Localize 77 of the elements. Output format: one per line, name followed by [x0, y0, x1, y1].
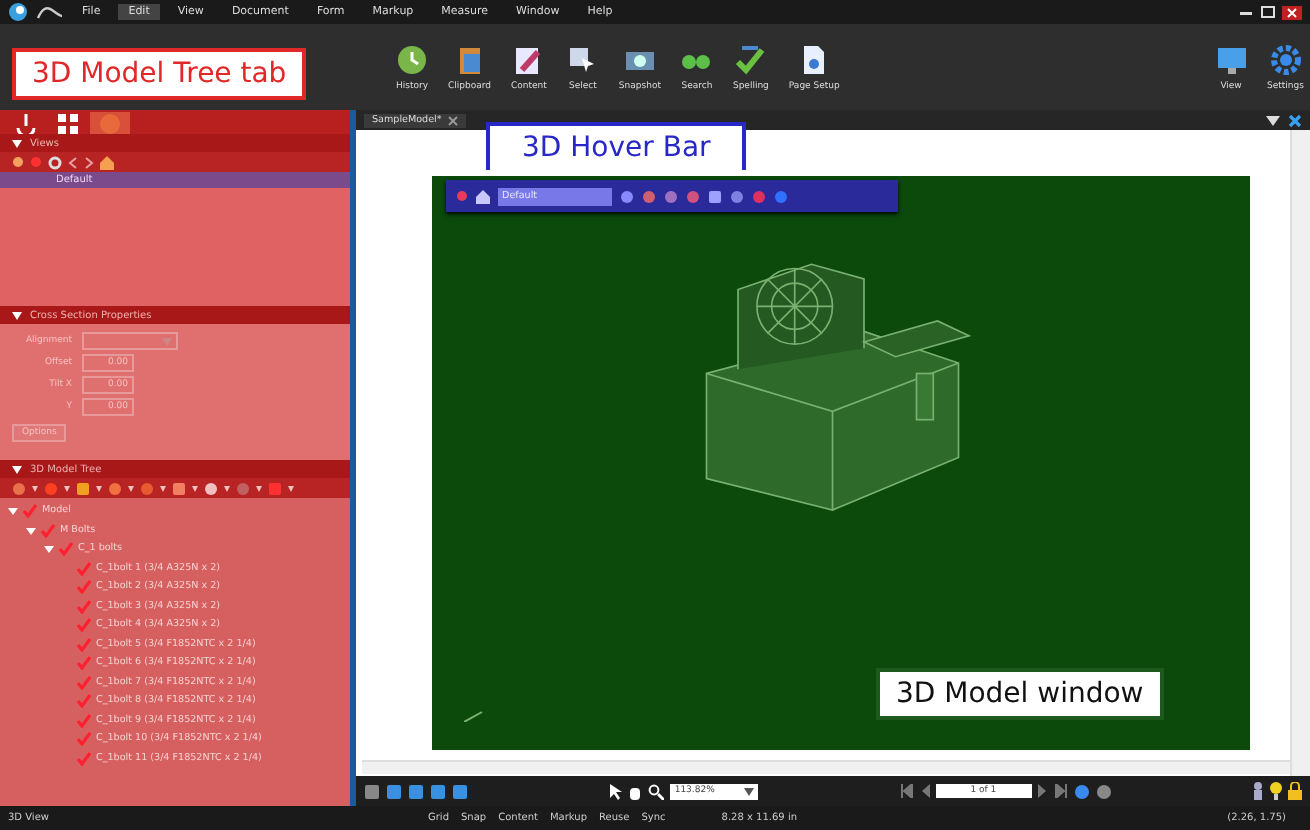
person-icon[interactable]: [1251, 782, 1264, 800]
square-icon[interactable]: [172, 481, 186, 495]
circle-icon[interactable]: [204, 481, 218, 495]
caret-icon[interactable]: [160, 485, 166, 491]
collapse-arrow-icon: [12, 311, 22, 319]
checkmark-icon[interactable]: [76, 618, 92, 633]
circle-icon[interactable]: [664, 189, 678, 203]
checkmark-icon[interactable]: [58, 542, 74, 557]
square-icon[interactable]: [364, 783, 380, 799]
monitor-icon: [1215, 43, 1248, 75]
square-icon[interactable]: [708, 189, 722, 203]
checkmark-icon[interactable]: [76, 561, 92, 576]
checkmark-icon[interactable]: [40, 523, 56, 538]
square-icon[interactable]: [76, 481, 90, 495]
circle-icon[interactable]: [730, 189, 744, 203]
minimize-icon[interactable]: [1238, 6, 1254, 18]
circle-icon[interactable]: [752, 189, 766, 203]
square-icon[interactable]: [386, 783, 402, 799]
caret-icon[interactable]: [128, 485, 134, 491]
close-icon[interactable]: [1282, 5, 1302, 19]
checkmark-icon[interactable]: [76, 637, 92, 652]
pencil-icon: [512, 43, 545, 75]
circle-icon[interactable]: [642, 189, 656, 203]
checkmark-icon[interactable]: [76, 675, 92, 690]
square-icon[interactable]: [408, 783, 424, 799]
callout-label: 3D Model Tree tab: [12, 48, 307, 100]
expanded-arrow-icon[interactable]: [26, 525, 36, 536]
caret-icon: [744, 787, 755, 795]
caret-icon: [162, 337, 172, 345]
caret-icon[interactable]: [256, 485, 262, 491]
cursor-icon: [566, 43, 599, 75]
caret-icon[interactable]: [224, 485, 230, 491]
callout-label: 3D Hover Bar: [486, 122, 747, 170]
checkmark-icon[interactable]: [76, 599, 92, 614]
circle-icon[interactable]: [620, 189, 634, 203]
caret-icon[interactable]: [96, 485, 102, 491]
expanded-arrow-icon[interactable]: [44, 544, 54, 555]
cursor-icon[interactable]: [608, 783, 623, 799]
dropdown-arrow-icon[interactable]: [1266, 115, 1280, 125]
square-icon[interactable]: [452, 783, 468, 799]
checkmark-icon: [734, 43, 767, 75]
magnifier-icon[interactable]: [648, 783, 665, 799]
circle-icon[interactable]: [774, 189, 788, 203]
first-page-icon[interactable]: [899, 784, 914, 798]
caret-icon[interactable]: [192, 485, 198, 491]
checkmark-icon[interactable]: [76, 751, 92, 766]
caret-icon[interactable]: [32, 485, 38, 491]
checkmark-icon[interactable]: [76, 713, 92, 728]
callout-label: 3D Model window: [876, 668, 1164, 720]
circle-icon[interactable]: [456, 190, 468, 202]
square-icon[interactable]: [430, 783, 446, 799]
expanded-arrow-icon[interactable]: [8, 506, 18, 517]
scrollbar[interactable]: [1290, 130, 1310, 776]
last-page-icon[interactable]: [1053, 784, 1068, 798]
settings-icon: [1269, 43, 1302, 75]
checkmark-icon[interactable]: [76, 694, 92, 709]
collapse-arrow-icon: [12, 139, 22, 147]
caret-icon[interactable]: [288, 485, 294, 491]
scrollbar[interactable]: [362, 760, 1290, 774]
next-page-icon[interactable]: [1037, 784, 1048, 798]
checkmark-icon[interactable]: [76, 656, 92, 671]
checkmark-icon[interactable]: [76, 580, 92, 595]
axis-icon: [464, 710, 484, 722]
maximize-icon[interactable]: [1260, 6, 1276, 18]
checkmark-icon[interactable]: [76, 732, 92, 747]
lightbulb-icon[interactable]: [1269, 782, 1282, 800]
previous-page-icon[interactable]: [919, 784, 930, 798]
logo-icon: [8, 2, 28, 22]
checkmark-icon[interactable]: [22, 504, 38, 519]
collapse-arrow-icon: [12, 465, 22, 473]
caret-icon[interactable]: [64, 485, 70, 491]
circle-icon[interactable]: [686, 189, 700, 203]
home-icon[interactable]: [476, 189, 490, 203]
lock-icon[interactable]: [1287, 782, 1302, 800]
circle-icon[interactable]: [108, 481, 122, 495]
circle-icon[interactable]: [12, 481, 26, 495]
history-icon: [396, 43, 428, 75]
